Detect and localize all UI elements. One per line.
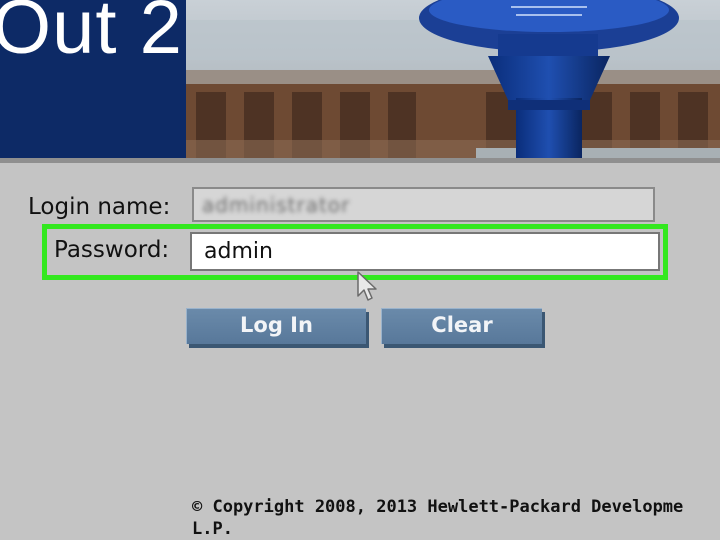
copyright-notice: © Copyright 2008, 2013 Hewlett-Packard D… (192, 496, 720, 540)
login-name-value-obscured: administrator (202, 193, 351, 217)
login-name-label: Login name: (28, 194, 171, 220)
header-banner: Out 2 (0, 0, 720, 163)
banner-divider (0, 158, 720, 163)
login-name-field[interactable]: administrator (192, 187, 655, 222)
copyright-line-2: L.P. (192, 519, 233, 539)
log-in-button[interactable]: Log In (186, 308, 366, 344)
clear-button[interactable]: Clear (381, 308, 542, 344)
password-field[interactable] (190, 232, 660, 271)
banner-title: Out 2 (0, 0, 183, 70)
copyright-line-1: © Copyright 2008, 2013 Hewlett-Packard D… (192, 497, 684, 517)
mouse-pointer-icon (357, 271, 377, 301)
banner-photo (186, 0, 720, 163)
title-panel: Out 2 (0, 0, 186, 163)
